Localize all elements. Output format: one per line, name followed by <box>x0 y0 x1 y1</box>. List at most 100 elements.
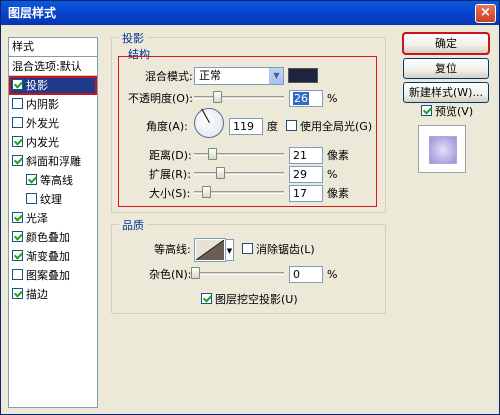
style-checkbox[interactable] <box>26 174 37 185</box>
distance-input[interactable]: 21 <box>289 147 323 164</box>
style-item-label: 等高线 <box>40 174 73 187</box>
size-input[interactable]: 17 <box>289 185 323 202</box>
style-preview <box>418 125 466 173</box>
size-unit: 像素 <box>327 187 349 200</box>
style-item[interactable]: 图案叠加 <box>9 266 97 285</box>
style-checkbox[interactable] <box>12 250 23 261</box>
blend-mode-value: 正常 <box>199 69 221 82</box>
style-item[interactable]: 光泽 <box>9 209 97 228</box>
opacity-input[interactable]: 26 <box>289 90 323 107</box>
noise-slider[interactable] <box>191 267 284 279</box>
quality-title: 品质 <box>119 217 147 233</box>
blend-mode-label: 混合模式: <box>145 70 193 83</box>
style-item[interactable]: 颜色叠加 <box>9 228 97 247</box>
distance-label: 距离(D): <box>149 149 192 162</box>
global-light-option[interactable]: 使用全局光(G) <box>286 120 372 134</box>
opacity-value: 26 <box>293 92 309 105</box>
spread-unit: % <box>327 168 338 181</box>
style-item-label: 图案叠加 <box>26 269 70 282</box>
antialias-label: 消除锯齿(L) <box>256 243 315 256</box>
global-light-checkbox[interactable] <box>286 120 297 131</box>
layer-style-dialog: 图层样式 × 样式 混合选项:默认 投影 内阴影 外发光 内发光 斜面和浮雕 等高线 纹理 光泽… <box>0 0 500 415</box>
preview-swatch <box>429 136 457 164</box>
style-checkbox[interactable] <box>12 212 23 223</box>
style-checkbox[interactable] <box>12 288 23 299</box>
style-item[interactable]: 描边 <box>9 285 97 304</box>
opacity-slider[interactable] <box>194 91 284 103</box>
blend-mode-select[interactable]: 正常 ▼ <box>194 67 284 85</box>
style-item-label: 颜色叠加 <box>26 231 70 244</box>
styles-header[interactable]: 样式 <box>9 38 97 57</box>
antialias-option[interactable]: 消除锯齿(L) <box>242 243 315 257</box>
chevron-down-icon[interactable]: ▼ <box>269 68 283 84</box>
title-bar[interactable]: 图层样式 × <box>1 1 499 25</box>
style-checkbox[interactable] <box>26 193 37 204</box>
angle-needle <box>201 108 210 123</box>
drop-shadow-title: 投影 <box>119 30 147 46</box>
style-item[interactable]: 外发光 <box>9 114 97 133</box>
antialias-checkbox[interactable] <box>242 243 253 254</box>
opacity-unit: % <box>327 92 338 105</box>
distance-slider[interactable] <box>194 148 284 160</box>
angle-unit: 度 <box>267 120 278 133</box>
preview-label: 预览(V) <box>435 105 474 118</box>
angle-dial[interactable] <box>194 108 224 138</box>
style-item-label: 内发光 <box>26 136 59 149</box>
style-item[interactable]: 纹理 <box>9 190 97 209</box>
knockout-option[interactable]: 图层挖空投影(U) <box>201 293 298 307</box>
style-item-label: 纹理 <box>40 193 62 206</box>
angle-input[interactable]: 119 <box>229 118 263 135</box>
size-slider[interactable] <box>194 186 284 198</box>
style-item[interactable]: 内阴影 <box>9 95 97 114</box>
distance-unit: 像素 <box>327 149 349 162</box>
preview-option[interactable]: 预览(V) <box>421 105 473 119</box>
style-item-label: 混合选项:默认 <box>12 60 82 73</box>
style-item-label: 投影 <box>26 79 48 92</box>
preview-checkbox[interactable] <box>421 105 432 116</box>
contour-label: 等高线: <box>154 243 191 256</box>
shadow-color-swatch[interactable] <box>288 68 318 83</box>
noise-label: 杂色(N): <box>149 268 192 281</box>
style-checkbox[interactable] <box>12 98 23 109</box>
contour-dropdown-icon[interactable]: ▼ <box>225 239 234 261</box>
size-label: 大小(S): <box>149 187 191 200</box>
style-checkbox[interactable] <box>12 117 23 128</box>
style-checkbox[interactable] <box>12 231 23 242</box>
contour-curve-icon <box>196 240 224 260</box>
style-item-label: 内阴影 <box>26 98 59 111</box>
new-style-button[interactable]: 新建样式(W)... <box>403 82 489 103</box>
style-item[interactable]: 等高线 <box>9 171 97 190</box>
spread-input[interactable]: 29 <box>289 166 323 183</box>
style-item-label: 外发光 <box>26 117 59 130</box>
spread-slider-thumb[interactable] <box>216 167 225 179</box>
style-checkbox[interactable] <box>12 136 23 147</box>
contour-picker[interactable]: ▼ <box>194 238 234 262</box>
style-item-label: 渐变叠加 <box>26 250 70 263</box>
noise-input[interactable]: 0 <box>289 266 323 283</box>
style-item-label: 斜面和浮雕 <box>26 155 81 168</box>
window-title: 图层样式 <box>8 6 57 20</box>
style-item[interactable]: 投影 <box>9 76 97 95</box>
size-slider-thumb[interactable] <box>202 186 211 198</box>
spread-label: 扩展(R): <box>149 168 191 181</box>
style-checkbox[interactable] <box>12 79 23 90</box>
style-item[interactable]: 渐变叠加 <box>9 247 97 266</box>
knockout-checkbox[interactable] <box>201 293 212 304</box>
knockout-label: 图层挖空投影(U) <box>215 293 298 306</box>
close-icon[interactable]: × <box>475 4 496 23</box>
spread-slider[interactable] <box>194 167 284 179</box>
style-item[interactable]: 斜面和浮雕 <box>9 152 97 171</box>
reset-button[interactable]: 复位 <box>403 58 489 79</box>
angle-label: 角度(A): <box>146 120 188 133</box>
noise-unit: % <box>327 268 338 281</box>
distance-slider-thumb[interactable] <box>208 148 217 160</box>
noise-slider-thumb[interactable] <box>191 267 200 279</box>
ok-button[interactable]: 确定 <box>402 32 490 55</box>
style-item[interactable]: 内发光 <box>9 133 97 152</box>
global-light-label: 使用全局光(G) <box>300 120 373 133</box>
style-item[interactable]: 混合选项:默认 <box>9 57 97 76</box>
opacity-slider-thumb[interactable] <box>213 91 222 103</box>
styles-list: 样式 混合选项:默认投影内阴影外发光内发光斜面和浮雕等高线纹理光泽颜色叠加渐变叠… <box>8 37 98 408</box>
style-checkbox[interactable] <box>12 155 23 166</box>
style-checkbox[interactable] <box>12 269 23 280</box>
